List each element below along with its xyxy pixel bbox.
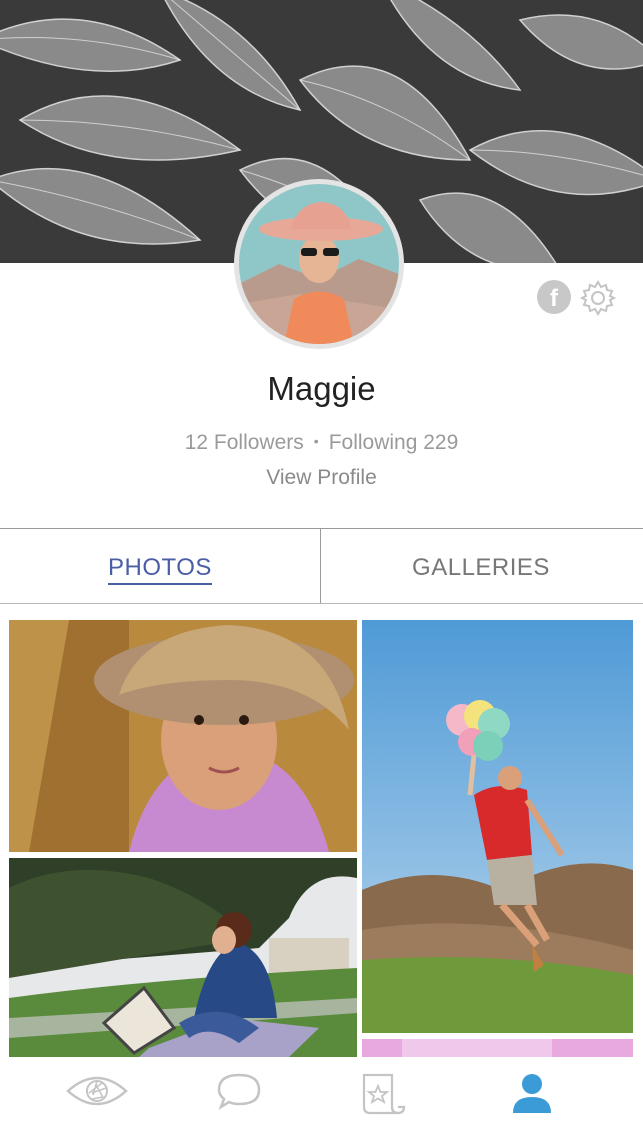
separator-dot: • — [313, 433, 319, 449]
following-count[interactable]: Following 229 — [329, 431, 459, 454]
scroll-star-icon[interactable] — [341, 1071, 421, 1121]
photo-tile[interactable] — [362, 620, 633, 1033]
person-icon[interactable] — [492, 1071, 572, 1121]
photo-tile[interactable] — [362, 1039, 633, 1057]
eye-aperture-icon[interactable] — [57, 1071, 137, 1121]
facebook-icon[interactable]: f — [537, 280, 571, 314]
profile-name: Maggie — [267, 370, 376, 407]
gear-icon[interactable] — [579, 280, 617, 316]
photo-tile[interactable] — [9, 620, 357, 852]
avatar[interactable] — [234, 179, 404, 349]
chat-bubble-icon[interactable] — [199, 1071, 279, 1121]
followers-count[interactable]: 12 Followers — [185, 431, 304, 454]
tab-galleries[interactable]: GALLERIES — [321, 529, 641, 603]
content-tabs: PHOTOS GALLERIES — [0, 528, 643, 604]
follow-stats: 12 Followers • Following 229 — [0, 431, 643, 455]
tab-photos[interactable]: PHOTOS — [0, 529, 321, 603]
tab-galleries-label: GALLERIES — [412, 554, 550, 581]
photo-tile[interactable] — [9, 858, 357, 1057]
bottom-navigation — [0, 1057, 643, 1136]
tab-photos-label: PHOTOS — [108, 554, 212, 585]
view-profile-link[interactable]: View Profile — [0, 466, 643, 490]
